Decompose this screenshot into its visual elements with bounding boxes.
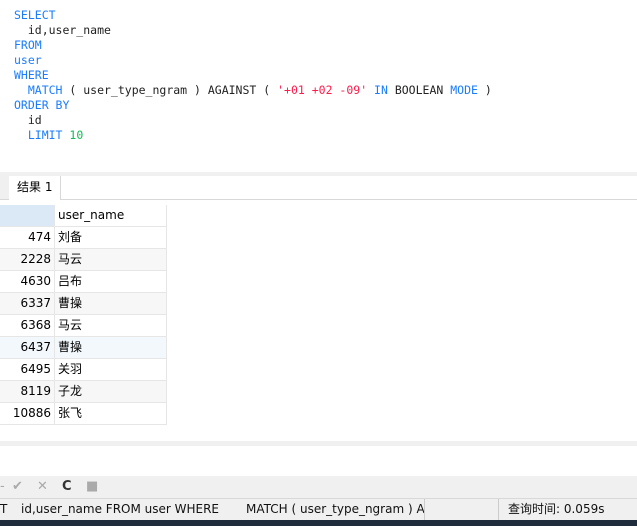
tab-result-1[interactable]: 结果 1: [9, 176, 61, 200]
table-row[interactable]: 6368 马云: [0, 315, 167, 337]
cell-user-name[interactable]: 马云: [55, 249, 167, 270]
code-token: 10: [69, 128, 84, 142]
cell-id[interactable]: 6337: [0, 293, 55, 314]
result-tab-bar: 结果 1: [0, 176, 637, 200]
code-token: '+01 +02 -09': [277, 83, 368, 97]
code-line: ORDER BY: [14, 98, 492, 113]
status-query-fragment: id,user_name FROM user WHERE: [21, 502, 220, 516]
cell-user-name[interactable]: 曹操: [55, 293, 167, 314]
check-icon[interactable]: ✔: [12, 479, 23, 494]
refresh-icon[interactable]: C: [62, 479, 72, 494]
code-line: id,user_name: [14, 23, 492, 38]
table-row[interactable]: 6337 曹操: [0, 293, 167, 315]
code-token: ( user_type_ngram ) AGAINST (: [62, 83, 278, 97]
code-line: FROM: [14, 38, 492, 53]
code-line: user: [14, 53, 492, 68]
code-token: LIMIT: [14, 128, 63, 142]
cell-user-name[interactable]: 张飞: [55, 403, 167, 424]
code-token: BOOLEAN: [387, 83, 451, 97]
taskbar-edge: [0, 520, 637, 526]
cell-id[interactable]: 8119: [0, 381, 55, 402]
table-row[interactable]: 2228 马云: [0, 249, 167, 271]
cell-user-name[interactable]: 关羽: [55, 359, 167, 380]
code-token: id,user_name: [14, 23, 111, 37]
cell-user-name[interactable]: 子龙: [55, 381, 167, 402]
code-token: FROM: [14, 38, 42, 52]
status-divider: [424, 499, 425, 520]
code-token: ): [477, 83, 492, 97]
sql-editor[interactable]: SELECT id,user_name FROM user WHERE MATCH (…: [14, 8, 492, 143]
cell-id[interactable]: 474: [0, 227, 55, 248]
table-row[interactable]: 6495 关羽: [0, 359, 167, 381]
status-query-fragment: T: [0, 502, 8, 516]
code-token: IN: [367, 83, 388, 97]
code-token: MATCH: [14, 83, 63, 97]
cell-id[interactable]: 6368: [0, 315, 55, 336]
status-query-fragment: MATCH ( user_type_ngram ) A: [246, 502, 425, 516]
code-line: SELECT: [14, 8, 492, 23]
table-row[interactable]: 8119 子龙: [0, 381, 167, 403]
cell-id[interactable]: 6495: [0, 359, 55, 380]
table-row[interactable]: 6437 曹操: [0, 337, 167, 359]
cell-user-name[interactable]: 刘备: [55, 227, 167, 248]
code-line: LIMIT 10: [14, 128, 492, 143]
code-token: WHERE: [14, 68, 49, 82]
stop-icon[interactable]: ■: [86, 479, 98, 494]
cell-id[interactable]: 10886: [0, 403, 55, 424]
cell-id[interactable]: 2228: [0, 249, 55, 270]
code-token: SELECT: [14, 8, 56, 22]
status-bar: T id,user_name FROM user WHERE MATCH ( u…: [0, 499, 637, 520]
status-divider: [498, 499, 499, 520]
code-token: ORDER BY: [14, 98, 70, 112]
code-line: MATCH ( user_type_ngram ) AGAINST ( '+01…: [14, 83, 492, 98]
code-line: id: [14, 113, 492, 128]
column-header-id[interactable]: [0, 205, 55, 226]
cell-user-name[interactable]: 曹操: [55, 337, 167, 358]
grid-toolbar: - ✔ ✕ C ■: [0, 476, 637, 499]
result-grid: user_name 474 刘备 2228 马云 4630 吕布 6337 曹操 6368 马云 6…: [0, 205, 167, 425]
cell-user-name[interactable]: 吕布: [55, 271, 167, 292]
code-token: MODE: [450, 83, 478, 97]
code-token: user: [14, 53, 42, 67]
cell-user-name[interactable]: 马云: [55, 315, 167, 336]
query-time: 查询时间: 0.059s: [508, 502, 605, 516]
column-header-user-name[interactable]: user_name: [55, 205, 167, 226]
cell-id[interactable]: 4630: [0, 271, 55, 292]
minus-icon[interactable]: -: [0, 479, 5, 494]
divider: [0, 441, 637, 446]
close-icon[interactable]: ✕: [37, 479, 48, 494]
table-row[interactable]: 474 刘备: [0, 227, 167, 249]
cell-id[interactable]: 6437: [0, 337, 55, 358]
table-row[interactable]: 10886 张飞: [0, 403, 167, 425]
code-line: WHERE: [14, 68, 492, 83]
grid-header: user_name: [0, 205, 167, 227]
code-token: id: [14, 113, 42, 127]
table-row[interactable]: 4630 吕布: [0, 271, 167, 293]
